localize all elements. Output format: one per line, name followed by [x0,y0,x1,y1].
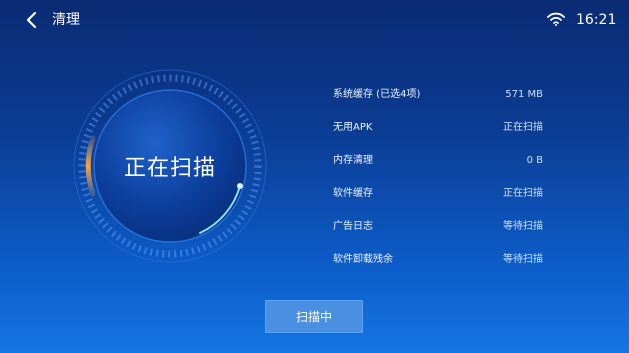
top-bar: 清理 16:21 [0,0,629,40]
item-value: 571 MB [505,89,543,100]
item-label: 内存清理 [333,155,373,166]
item-label: 软件缓存 [333,188,373,199]
item-value: 0 B [526,155,543,166]
item-value: 等待扫描 [503,221,543,232]
item-label: 系统缓存 (已选4项) [333,89,421,100]
list-item: 软件缓存 正在扫描 [333,185,543,218]
item-value: 正在扫描 [503,122,543,133]
scanning-button[interactable]: 扫描中 [265,300,363,333]
wifi-icon [547,12,565,26]
list-item: 内存清理 0 B [333,152,543,185]
item-label: 无用APK [333,122,373,133]
item-value: 正在扫描 [503,188,543,199]
page-title: 清理 [52,12,80,28]
list-item: 广告日志 等待扫描 [333,218,543,251]
status-time: 16:21 [576,12,617,28]
scan-status-text: 正在扫描 [123,156,216,181]
list-item: 软件卸载残余 等待扫描 [333,251,543,284]
scan-items-list: 系统缓存 (已选4项) 571 MB 无用APK 正在扫描 内存清理 0 B 软… [333,86,543,284]
item-value: 等待扫描 [503,254,543,265]
list-item: 无用APK 正在扫描 [333,119,543,152]
item-label: 广告日志 [333,221,373,232]
chevron-left-icon[interactable] [22,10,42,30]
item-label: 软件卸载残余 [333,254,393,265]
list-item: 系统缓存 (已选4项) 571 MB [333,86,543,119]
